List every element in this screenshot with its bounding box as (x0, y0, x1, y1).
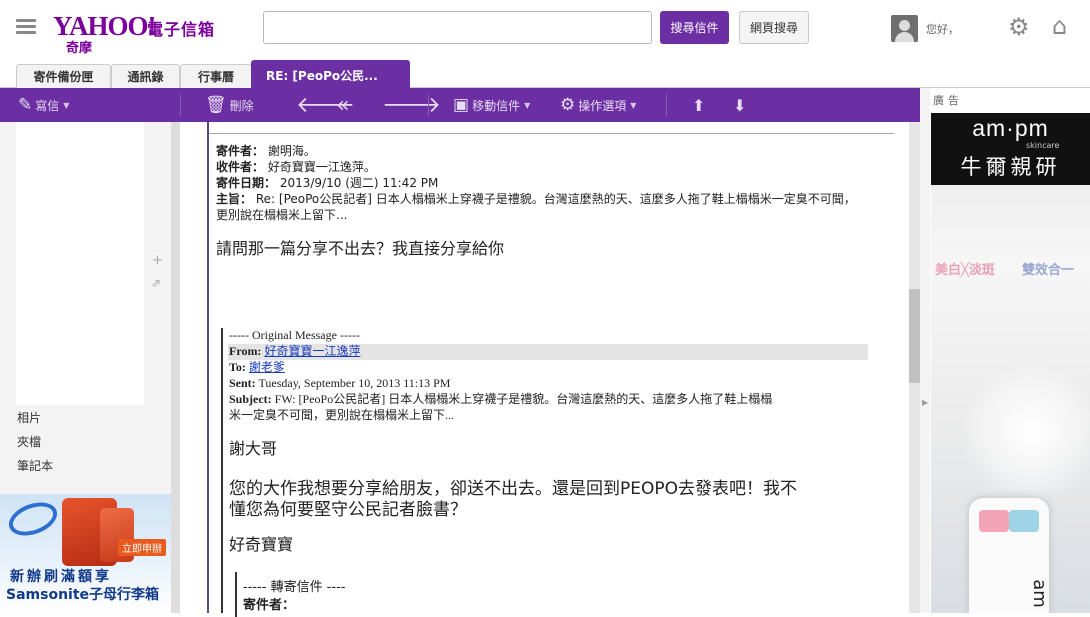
chevron-down-icon: ▼ (524, 100, 531, 110)
gear-icon: ⚙ (560, 95, 576, 115)
gear-icon[interactable]: ⚙ (1008, 14, 1030, 40)
tab-sent[interactable]: 寄件備份匣 (16, 64, 111, 88)
original-to-link[interactable]: 謝老爹 (249, 360, 285, 374)
search-input[interactable] (263, 11, 652, 44)
original-from-link[interactable]: 好奇寶寶一江逸萍 (264, 344, 360, 358)
arrow-down-icon: ⬇ (733, 95, 747, 115)
header-from: 寄件者： 謝明海。 (216, 144, 316, 158)
ad-glow (961, 363, 1090, 503)
greeting-text[interactable]: 您好， (926, 21, 959, 37)
chevron-down-icon: ▼ (630, 100, 637, 110)
toolbar-divider (666, 94, 667, 116)
chevron-right-icon[interactable]: ▶ (922, 398, 928, 407)
ad-brand: am·pm (972, 115, 1049, 141)
move-button[interactable]: ▣ 移動信件 ▼ (453, 88, 530, 122)
search-mail-button[interactable]: 搜尋信件 (660, 11, 729, 44)
sidebar-scrollbar[interactable] (171, 122, 180, 613)
ad-line: 新辦刷滿額享 (10, 569, 112, 585)
next-message-button[interactable]: ⬇ (733, 88, 746, 122)
original-greeting: 謝大哥 (229, 439, 278, 458)
sidebar-item-photos[interactable]: 相片 (17, 409, 41, 426)
forwarded-divider: ----- 轉寄信件 ---- (243, 580, 346, 595)
message-body: 請問那一篇分享不出去？我直接分享給你 (216, 239, 505, 258)
original-sent: Sent: Tuesday, September 10, 2013 11:13 … (229, 376, 451, 390)
mail-title: 電子信箱 (147, 20, 216, 39)
sidebar-ad[interactable]: 立即申辦 新辦刷滿額享 Samsonite子母行李箱 (0, 494, 171, 613)
external-link-icon[interactable]: ⇗ (151, 276, 161, 290)
header-date: 寄件日期： 2013/9/10 (週二) 11:42 PM (216, 176, 439, 190)
original-paragraph-cont: 懂您為何要堅守公民記者臉書？ (229, 500, 467, 520)
avatar[interactable] (891, 15, 918, 42)
home-icon[interactable]: ⌂ (1052, 12, 1067, 40)
right-ad[interactable]: am·pm skincare 牛爾親研 美白╳淡斑 雙效合一 am (931, 113, 1090, 613)
folder-panel (16, 122, 144, 405)
divider (209, 133, 894, 134)
chevron-down-icon: ▼ (63, 100, 70, 110)
original-paragraph: 您的大作我想要分享給朋友，卻送不出去。還是回到PEOPO去發表吧！我不 (229, 479, 798, 499)
scrollbar-thumb[interactable] (909, 289, 920, 383)
ad-brand-sub: skincare (1026, 141, 1060, 150)
tab-calendar[interactable]: 行事曆 (180, 64, 252, 88)
bottle-cap (979, 510, 1009, 532)
ad-gutter (920, 88, 930, 613)
original-signature: 好奇寶寶 (229, 535, 294, 554)
folder-icon: ▣ (453, 95, 470, 115)
message-toolbar: ✎ 寫信 ▼ 🗑 刪除 🡐 « 🡒 ▣ 移動信件 ▼ ⚙ 操作選項 ▼ ⬆ ⬇ (0, 88, 920, 122)
hamburger-menu-icon[interactable] (16, 19, 36, 35)
quote-bar (207, 122, 209, 613)
bottle-logo: am (1028, 579, 1050, 608)
original-divider: ----- Original Message ----- (229, 328, 360, 342)
plus-icon[interactable]: + (152, 253, 163, 268)
sidebar-item-notepad[interactable]: 筆記本 (17, 457, 53, 474)
tab-bar: 寄件備份匣 通訊錄 行事曆 RE: [PeoPo公民... (0, 60, 1090, 89)
forwarded-from-label: 寄件者： (243, 598, 296, 613)
original-from: From: 好奇寶寶一江逸萍 (229, 344, 361, 358)
delete-button[interactable]: 🗑 刪除 (205, 88, 254, 122)
reply-all-button[interactable]: « (336, 88, 349, 122)
header-to: 收件者： 好奇寶寶一江逸萍。 (216, 160, 376, 174)
top-bar: YAHOO! 奇摩 電子信箱 搜尋信件 網頁搜尋 您好， ⚙ ⌂ (0, 0, 1090, 60)
forward-button[interactable]: 🡒 (382, 88, 441, 122)
original-to: To: 謝老爹 (229, 360, 285, 374)
arrow-up-icon: ⬆ (692, 95, 706, 115)
bottle-cap (1009, 510, 1039, 532)
ad-line: Samsonite子母行李箱 (6, 587, 160, 603)
trash-icon: 🗑 (205, 95, 227, 115)
ad-brand-cn: 牛爾親研 (960, 155, 1061, 179)
reply-all-icon: « (336, 92, 350, 118)
search-web-button[interactable]: 網頁搜尋 (739, 11, 809, 44)
message-view: 寄件者： 謝明海。 收件者： 好奇寶寶一江逸萍。 寄件日期： 2013/9/10… (180, 122, 920, 617)
compose-button[interactable]: ✎ 寫信 ▼ (18, 88, 69, 122)
ribbon-image (4, 496, 62, 542)
ad-label: 廣告 (933, 94, 963, 107)
original-subject: Subject: FW: [PeoPo公民記者] 日本人榻榻米上穿襪子是禮貌。台… (229, 392, 773, 406)
toolbar-divider (428, 94, 429, 116)
compose-icon: ✎ (18, 95, 33, 115)
header-subject: 主旨： Re: [PeoPo公民記者] 日本人榻榻米上穿襪子是禮貌。台灣這麼熱的… (216, 192, 856, 222)
toolbar-divider (180, 94, 181, 116)
yahoo-logo-sub: 奇摩 (66, 41, 93, 56)
ad-cta[interactable]: 立即申辦 (118, 539, 166, 556)
actions-button[interactable]: ⚙ 操作選項 ▼ (560, 88, 636, 122)
forwarded-message: ----- 轉寄信件 ---- 寄件者： (235, 572, 735, 617)
forward-icon: 🡒 (382, 93, 441, 118)
original-message: ----- Original Message ----- From: 好奇寶寶一… (221, 328, 868, 617)
previous-message-button[interactable]: ⬆ (692, 88, 705, 122)
sidebar: + ⇗ 相片 夾檔 筆記本 立即申辦 新辦刷滿額享 Samsonite子母行李箱 (0, 122, 180, 613)
ad-tagline: 美白╳淡斑 (935, 263, 995, 278)
sidebar-item-attachments[interactable]: 夾檔 (17, 433, 41, 450)
tab-contacts[interactable]: 通訊錄 (111, 64, 180, 88)
original-subject-cont: 米一定臭不可聞，更別說在榻榻米上留下... (229, 408, 455, 422)
ad-tagline: 雙效合一 (1022, 263, 1075, 278)
yahoo-logo[interactable]: YAHOO! (53, 12, 157, 40)
tab-current-message[interactable]: RE: [PeoPo公民... (251, 60, 410, 89)
